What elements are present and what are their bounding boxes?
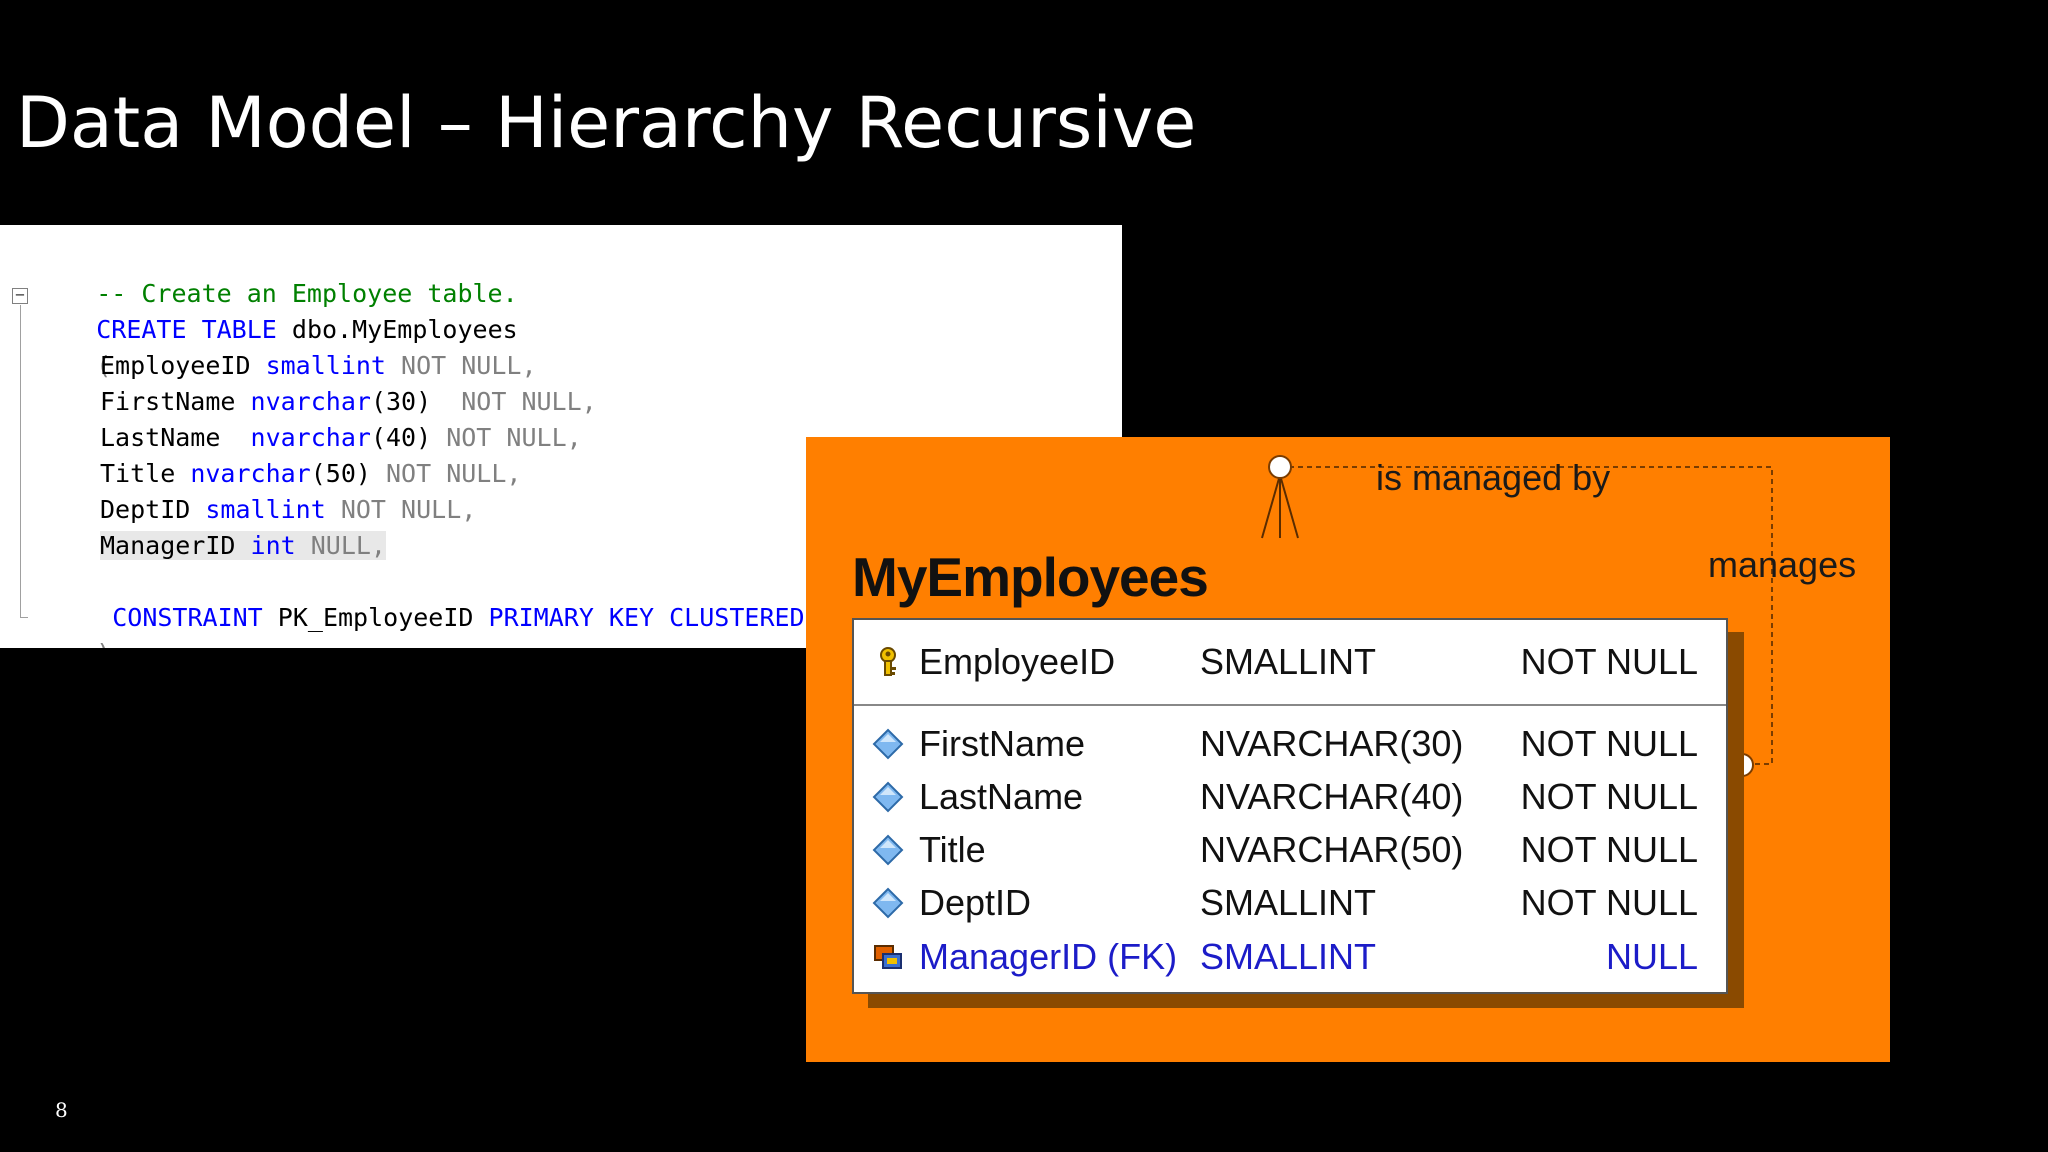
attribute-name: FirstName: [919, 723, 1086, 764]
slide-title: Data Model – Hierarchy Recursive: [16, 82, 1197, 164]
entity-box: EmployeeID SMALLINT NOT NULL FirstName NV…: [852, 618, 1728, 994]
attribute-type: NVARCHAR(40): [1200, 776, 1464, 817]
column-args: (40): [370, 423, 432, 452]
code-line-close: );: [36, 600, 126, 648]
diamond-icon: [872, 781, 904, 813]
attribute-type: NVARCHAR(50): [1200, 829, 1464, 870]
column-name: EmployeeID: [100, 351, 266, 380]
close-paren: );: [96, 639, 126, 648]
attribute-row: LastName NVARCHAR(40) NOT NULL: [854, 771, 1730, 823]
erd-diagram-panel: is managed by manages MyEmployees Employ…: [806, 437, 1890, 1062]
column-nullability: NOT NULL,: [325, 495, 477, 524]
column-nullability: NULL,: [295, 531, 386, 560]
column-nullability: NOT NULL,: [446, 387, 597, 416]
attribute-row: FirstName NVARCHAR(30) NOT NULL: [854, 718, 1730, 770]
key-divider: [854, 704, 1726, 706]
column-name: FirstName: [100, 387, 251, 416]
attribute-row: DeptID SMALLINT NOT NULL: [854, 877, 1730, 929]
fold-guide-end: [20, 617, 28, 618]
key-icon: [880, 647, 896, 676]
relationship-label-manages: manages: [1708, 544, 1857, 585]
column-name: DeptID: [100, 495, 206, 524]
attribute-null: NULL: [1605, 936, 1698, 977]
attribute-name: ManagerID (FK): [919, 936, 1178, 977]
code-line-column: ManagerID int NULL,: [100, 528, 386, 564]
attribute-null: NOT NULL: [1520, 829, 1698, 870]
relationship-label-is-managed-by: is managed by: [1376, 457, 1611, 498]
column-args: (50): [310, 459, 371, 488]
column-nullability: NOT NULL,: [386, 351, 537, 380]
code-line-constraint: CONSTRAINT PK_EmployeeID PRIMARY KEY CLU…: [52, 564, 804, 632]
diamond-icon: [872, 728, 904, 760]
constraint-name: PK_EmployeeID: [262, 603, 489, 632]
code-line-open-paren: (: [36, 312, 111, 380]
pk-attribute-name: EmployeeID: [919, 641, 1116, 682]
table-name: dbo.MyEmployees: [291, 315, 518, 344]
column-nullability: NOT NULL,: [370, 459, 522, 488]
primary-key-keyword: PRIMARY KEY CLUSTERED: [488, 603, 805, 632]
attribute-name: DeptID: [919, 882, 1032, 923]
diamond-icon: [872, 834, 904, 866]
attribute-type: SMALLINT: [1200, 882, 1377, 923]
create-table-keyword: CREATE TABLE: [96, 315, 277, 344]
attribute-null: NOT NULL: [1520, 723, 1698, 764]
code-line-column: LastName nvarchar(40) NOT NULL,: [100, 420, 582, 456]
column-name: Title: [100, 459, 191, 488]
page-number: 8: [55, 1098, 68, 1122]
attribute-null: NOT NULL: [1520, 882, 1698, 923]
highlighted-line: ManagerID int NULL,: [100, 531, 386, 560]
attribute-row: Title NVARCHAR(50) NOT NULL: [854, 824, 1730, 876]
attribute-name: LastName: [919, 776, 1084, 817]
column-name: ManagerID: [100, 531, 251, 560]
column-type: nvarchar: [250, 423, 371, 452]
fold-guide-line: [20, 305, 21, 617]
diamond-icon: [872, 887, 904, 919]
collapse-toggle-icon[interactable]: −: [12, 287, 28, 304]
crows-foot-right: [1279, 474, 1299, 539]
constraint-keyword: CONSTRAINT: [112, 603, 263, 632]
code-line-column: EmployeeID smallint NOT NULL,: [100, 348, 537, 384]
pk-attribute-null: NOT NULL: [1520, 641, 1698, 682]
attribute-type: NVARCHAR(30): [1200, 723, 1464, 764]
pk-attribute-row: EmployeeID SMALLINT NOT NULL: [854, 636, 1730, 688]
attribute-name: Title: [919, 829, 986, 870]
code-line-column: Title nvarchar(50) NOT NULL,: [100, 456, 521, 492]
column-type: smallint: [205, 495, 326, 524]
column-type: int: [250, 531, 296, 560]
column-nullability: NOT NULL,: [431, 423, 582, 452]
code-line-column: DeptID smallint NOT NULL,: [100, 492, 476, 528]
attribute-null: NOT NULL: [1520, 776, 1698, 817]
attribute-row: ManagerID (FK) SMALLINT NULL: [854, 931, 1730, 983]
foreign-key-icon: [874, 945, 902, 969]
code-line-column: FirstName nvarchar(30) NOT NULL,: [100, 384, 597, 420]
code-line-create: CREATE TABLE dbo.MyEmployees: [36, 276, 517, 344]
column-type: nvarchar: [190, 459, 311, 488]
attribute-type: SMALLINT: [1200, 936, 1377, 977]
pk-attribute-type: SMALLINT: [1200, 641, 1377, 682]
entity-name: MyEmployees: [852, 546, 1209, 608]
crows-foot-circle: [1268, 455, 1292, 479]
code-line-comment: -- Create an Employee table.: [36, 240, 517, 308]
column-name: LastName: [100, 423, 251, 452]
column-args: (30): [370, 387, 447, 416]
column-type: nvarchar: [250, 387, 371, 416]
column-type: smallint: [265, 351, 386, 380]
crows-foot-left: [1261, 474, 1281, 539]
